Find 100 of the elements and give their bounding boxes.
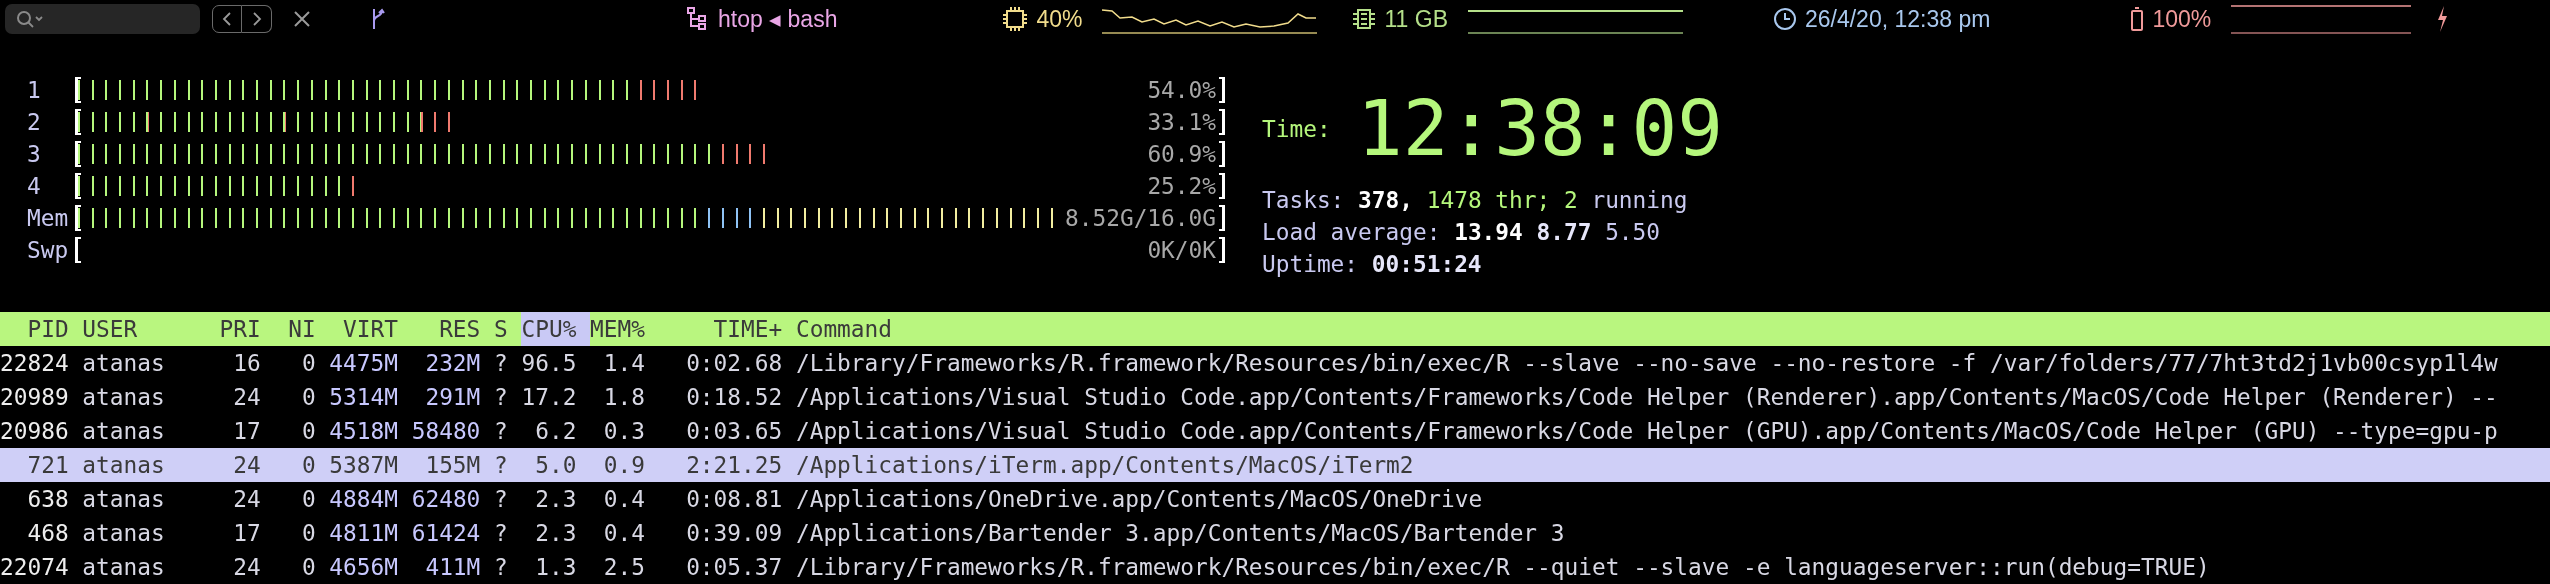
table-cell-text: 0 bbox=[300, 485, 317, 514]
column-header[interactable]: S bbox=[494, 312, 522, 346]
table-cell-text: 20989 bbox=[0, 383, 70, 412]
clock-digits: 12:38:09 bbox=[1357, 91, 1724, 167]
column-header[interactable]: CPU% bbox=[521, 312, 591, 346]
table-cell-text: 0:05.37 bbox=[685, 553, 784, 582]
table-cell-text: 22824 bbox=[0, 349, 70, 378]
tasks-value: thr; bbox=[1495, 187, 1551, 213]
table-cell-text: 0.3 bbox=[602, 417, 646, 446]
table-cell-text: 6.2 bbox=[534, 417, 578, 446]
table-cell-text: 16 bbox=[232, 349, 262, 378]
meter-label: Swp bbox=[27, 237, 70, 263]
table-cell-text: 2:21.25 bbox=[685, 451, 784, 480]
status-value: 26/4/20, 12:38 pm bbox=[1804, 5, 1991, 33]
table-cell-text: atanas bbox=[82, 519, 166, 548]
table-cell-text: atanas bbox=[82, 349, 166, 378]
column-header[interactable]: Command bbox=[795, 312, 2550, 346]
table-row[interactable]: 468 atanas 17 0 4811M 61424 ? 2.3 0.4 0:39.09 /Applications/Bartender 3.app/Contents/MacOS/Bartender 3 bbox=[0, 516, 2550, 550]
tasks-label: Tasks: bbox=[1262, 187, 1345, 213]
table-row[interactable]: 20986 atanas 17 0 4518M 58480 ? 6.2 0.3 0:03.65 /Applications/Visual Studio Code.app/Contents/Frameworks/Code Helper (GPU).app/Contents/MacOS/Code Helper (GPU) --type=gpu-p bbox=[0, 414, 2550, 448]
load-value: 13.94 bbox=[1454, 219, 1523, 245]
table-cell-text: /Applications/Bartender 3.app/Contents/MacOS/Bartender 3 bbox=[795, 519, 1566, 548]
meter-label: 4 bbox=[27, 173, 42, 199]
table-cell-text: 291M bbox=[424, 383, 482, 412]
battery-icon bbox=[2130, 6, 2145, 32]
column-header[interactable]: TIME+ bbox=[658, 312, 796, 346]
chevron-left-icon bbox=[221, 11, 233, 27]
table-cell-text: /Applications/OneDrive.app/Contents/MacOS/OneDrive bbox=[795, 485, 1484, 514]
branch-icon[interactable] bbox=[370, 7, 386, 31]
table-cell-text: 0.9 bbox=[602, 451, 646, 480]
table-cell-text: 0:39.09 bbox=[685, 519, 784, 548]
chevron-right-icon bbox=[250, 11, 263, 27]
table-cell-text: 5.0 bbox=[534, 451, 578, 480]
table-cell-text: 2.5 bbox=[602, 553, 646, 582]
table-cell-text: 4518M bbox=[329, 417, 399, 446]
table-cell-text: 17.2 bbox=[521, 383, 578, 412]
meter-reading: 0K/0K bbox=[1147, 238, 1216, 262]
table-cell-text: 24 bbox=[232, 451, 262, 480]
table-row[interactable]: 22074 atanas 24 0 4656M 411M ? 1.3 2.5 0:05.37 /Library/Frameworks/R.framework/Resources/bin/exec/R --quiet --slave -e languageserver::run(debug=TRUE) bbox=[0, 550, 2550, 584]
time-label: Time: bbox=[1262, 116, 1332, 142]
table-cell-text: 0.4 bbox=[602, 485, 646, 514]
window-title: htop ◂ bash bbox=[718, 5, 838, 33]
column-header[interactable]: PID bbox=[0, 312, 83, 346]
table-cell-text: 58480 bbox=[411, 417, 482, 446]
table-cell-text: 4811M bbox=[329, 519, 399, 548]
table-cell-text: /Library/Frameworks/R.framework/Resources/bin/exec/R --slave --no-save --no-restore -f /var/folders/77/7ht3td2j1vb00csyp1l4w bbox=[795, 349, 2499, 378]
column-header[interactable]: MEM% bbox=[590, 312, 659, 346]
search-icon bbox=[15, 9, 45, 29]
column-header[interactable]: USER bbox=[82, 312, 220, 346]
table-cell-text: 0:03.65 bbox=[685, 417, 784, 446]
table-cell-text: ? bbox=[494, 383, 509, 412]
tasks-value: 2 bbox=[1563, 187, 1578, 213]
search-field[interactable] bbox=[5, 4, 200, 34]
table-cell-text: 155M bbox=[424, 451, 482, 480]
table-cell-text: atanas bbox=[82, 451, 166, 480]
column-header[interactable]: VIRT bbox=[329, 312, 412, 346]
status-value: 40% bbox=[1036, 5, 1083, 33]
tasks-value: 1478 bbox=[1426, 187, 1482, 213]
table-cell-text: 24 bbox=[232, 383, 262, 412]
table-cell-text: 5387M bbox=[329, 451, 399, 480]
column-header[interactable]: RES bbox=[411, 312, 495, 346]
table-cell-text: atanas bbox=[82, 417, 166, 446]
table-cell-text: 4475M bbox=[329, 349, 399, 378]
close-icon[interactable] bbox=[292, 9, 312, 29]
table-cell-text: 0:08.81 bbox=[685, 485, 784, 514]
table-cell-text: 96.5 bbox=[521, 349, 578, 378]
table-cell-text: 4656M bbox=[329, 553, 399, 582]
load-value: 5.50 bbox=[1605, 219, 1661, 245]
table-cell-text: ? bbox=[494, 485, 509, 514]
table-cell-text: /Applications/iTerm.app/Contents/MacOS/iTerm2 bbox=[795, 451, 1415, 480]
forward-button[interactable] bbox=[242, 5, 272, 33]
table-cell-text: 232M bbox=[424, 349, 482, 378]
table-cell-text: 5314M bbox=[329, 383, 399, 412]
table-cell-text: 721 bbox=[26, 451, 70, 480]
table-cell-text: 24 bbox=[232, 485, 262, 514]
table-cell-text: 61424 bbox=[411, 519, 482, 548]
table-cell-text: 0 bbox=[300, 451, 317, 480]
table-row[interactable]: 22824 atanas 16 0 4475M 232M ? 96.5 1.4 0:02.68 /Library/Frameworks/R.framework/Resources/bin/exec/R --slave --no-save --no-restore -f /var/folders/77/7ht3td2j1vb00csyp1l4w bbox=[0, 346, 2550, 380]
table-row[interactable]: 20989 atanas 24 0 5314M 291M ? 17.2 1.8 0:18.52 /Applications/Visual Studio Code.app/Contents/Frameworks/Code Helper (Renderer).app/Contents/MacOS/Code Helper (Renderer) -- bbox=[0, 380, 2550, 414]
table-cell-text: 0.4 bbox=[602, 519, 646, 548]
table-cell-text: ? bbox=[494, 519, 509, 548]
tasks-value: running bbox=[1591, 187, 1688, 213]
table-cell-text: 0 bbox=[300, 417, 317, 446]
column-header[interactable]: NI bbox=[274, 312, 330, 346]
column-header[interactable]: PRI bbox=[219, 312, 275, 346]
clock-icon bbox=[1772, 7, 1797, 31]
table-cell-text: 0 bbox=[300, 349, 317, 378]
bolt-icon bbox=[2435, 5, 2450, 33]
back-button[interactable] bbox=[212, 5, 242, 33]
table-row[interactable]: 638 atanas 24 0 4884M 62480 ? 2.3 0.4 0:08.81 /Applications/OneDrive.app/Contents/MacOS/OneDrive bbox=[0, 482, 2550, 516]
table-cell-text: 0 bbox=[300, 519, 317, 548]
selected-row[interactable]: 721 atanas 24 0 5387M 155M ? 5.0 0.9 2:21.25 /Applications/iTerm.app/Contents/MacOS/iTerm2 bbox=[0, 448, 2550, 482]
table-cell-text: 638 bbox=[26, 485, 70, 514]
table-cell-text: atanas bbox=[82, 485, 166, 514]
table-cell-text: 1.8 bbox=[602, 383, 646, 412]
uptime-value: 00:51:24 bbox=[1371, 251, 1482, 277]
table-cell-text: ? bbox=[494, 451, 509, 480]
meter-label: 3 bbox=[27, 141, 42, 167]
table-cell-text: 20986 bbox=[0, 417, 70, 446]
meter-label: 2 bbox=[27, 109, 42, 135]
